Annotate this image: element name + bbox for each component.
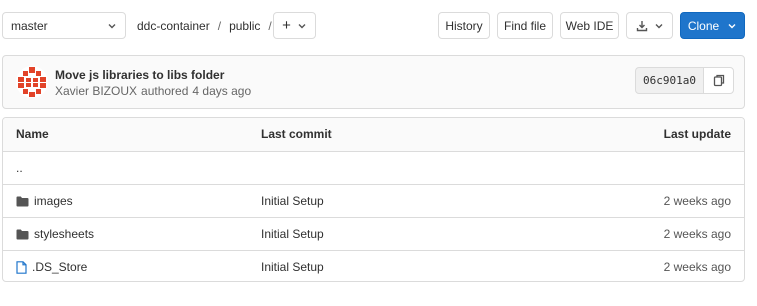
history-button[interactable]: History bbox=[438, 12, 490, 39]
breadcrumb-folder[interactable]: public bbox=[229, 19, 260, 33]
column-header-last-update: Last update bbox=[663, 127, 731, 141]
folder-icon bbox=[16, 229, 29, 239]
chevron-down-icon bbox=[655, 23, 662, 28]
download-icon bbox=[636, 20, 647, 31]
row-last-update: 2 weeks ago bbox=[663, 227, 731, 241]
breadcrumb: ddc-container / public / bbox=[137, 12, 272, 39]
row-last-update: 2 weeks ago bbox=[663, 260, 731, 274]
download-button[interactable] bbox=[626, 12, 673, 39]
plus-icon: + bbox=[282, 17, 291, 34]
column-header-name: Name bbox=[16, 127, 49, 141]
chevron-down-icon bbox=[108, 23, 116, 28]
breadcrumb-separator: / bbox=[217, 18, 222, 33]
file-name-link[interactable]: stylesheets bbox=[34, 227, 94, 241]
last-commit-panel: Move js libraries to libs folder Xavier … bbox=[2, 55, 745, 109]
clone-label: Clone bbox=[687, 18, 720, 33]
file-icon bbox=[16, 260, 27, 274]
breadcrumb-project[interactable]: ddc-container bbox=[137, 19, 210, 33]
commit-action: authored bbox=[141, 84, 189, 98]
file-name-link[interactable]: .DS_Store bbox=[32, 260, 87, 274]
table-row[interactable]: stylesheets Initial Setup 2 weeks ago bbox=[3, 217, 744, 250]
breadcrumb-separator: / bbox=[268, 18, 272, 33]
commit-author[interactable]: Xavier BIZOUX bbox=[55, 84, 137, 98]
web-ide-button[interactable]: Web IDE bbox=[560, 12, 619, 39]
column-header-last-commit: Last commit bbox=[261, 127, 332, 141]
table-header-row: Name Last commit Last update bbox=[3, 118, 744, 151]
row-commit-message[interactable]: Initial Setup bbox=[261, 227, 324, 241]
commit-title[interactable]: Move js libraries to libs folder bbox=[55, 68, 224, 82]
add-dropdown-button[interactable]: + bbox=[273, 12, 316, 39]
commit-time: 4 days ago bbox=[192, 84, 252, 98]
branch-name: master bbox=[11, 18, 48, 33]
parent-directory-row[interactable]: .. bbox=[3, 151, 744, 184]
file-name-link[interactable]: images bbox=[34, 194, 73, 208]
chevron-down-icon bbox=[728, 23, 736, 28]
file-tree-table: Name Last commit Last update .. images I… bbox=[2, 117, 745, 282]
commit-sha[interactable]: 06c901a0 bbox=[635, 67, 704, 94]
chevron-down-icon bbox=[298, 23, 306, 28]
copy-sha-button[interactable] bbox=[703, 67, 734, 94]
table-row[interactable]: images Initial Setup 2 weeks ago bbox=[3, 184, 744, 217]
clone-button[interactable]: Clone bbox=[680, 12, 745, 39]
folder-icon bbox=[16, 196, 29, 206]
avatar-icon bbox=[16, 66, 48, 98]
find-file-button[interactable]: Find file bbox=[497, 12, 553, 39]
table-row[interactable]: .DS_Store Initial Setup 2 weeks ago bbox=[3, 250, 744, 281]
row-last-update: 2 weeks ago bbox=[663, 194, 731, 208]
row-commit-message[interactable]: Initial Setup bbox=[261, 260, 324, 274]
parent-directory-link[interactable]: .. bbox=[16, 161, 23, 175]
avatar[interactable] bbox=[16, 66, 48, 98]
branch-selector[interactable]: master bbox=[2, 12, 126, 39]
copy-icon bbox=[713, 74, 724, 87]
commit-meta: Xavier BIZOUX authored 4 days ago bbox=[55, 84, 251, 98]
row-commit-message[interactable]: Initial Setup bbox=[261, 194, 324, 208]
